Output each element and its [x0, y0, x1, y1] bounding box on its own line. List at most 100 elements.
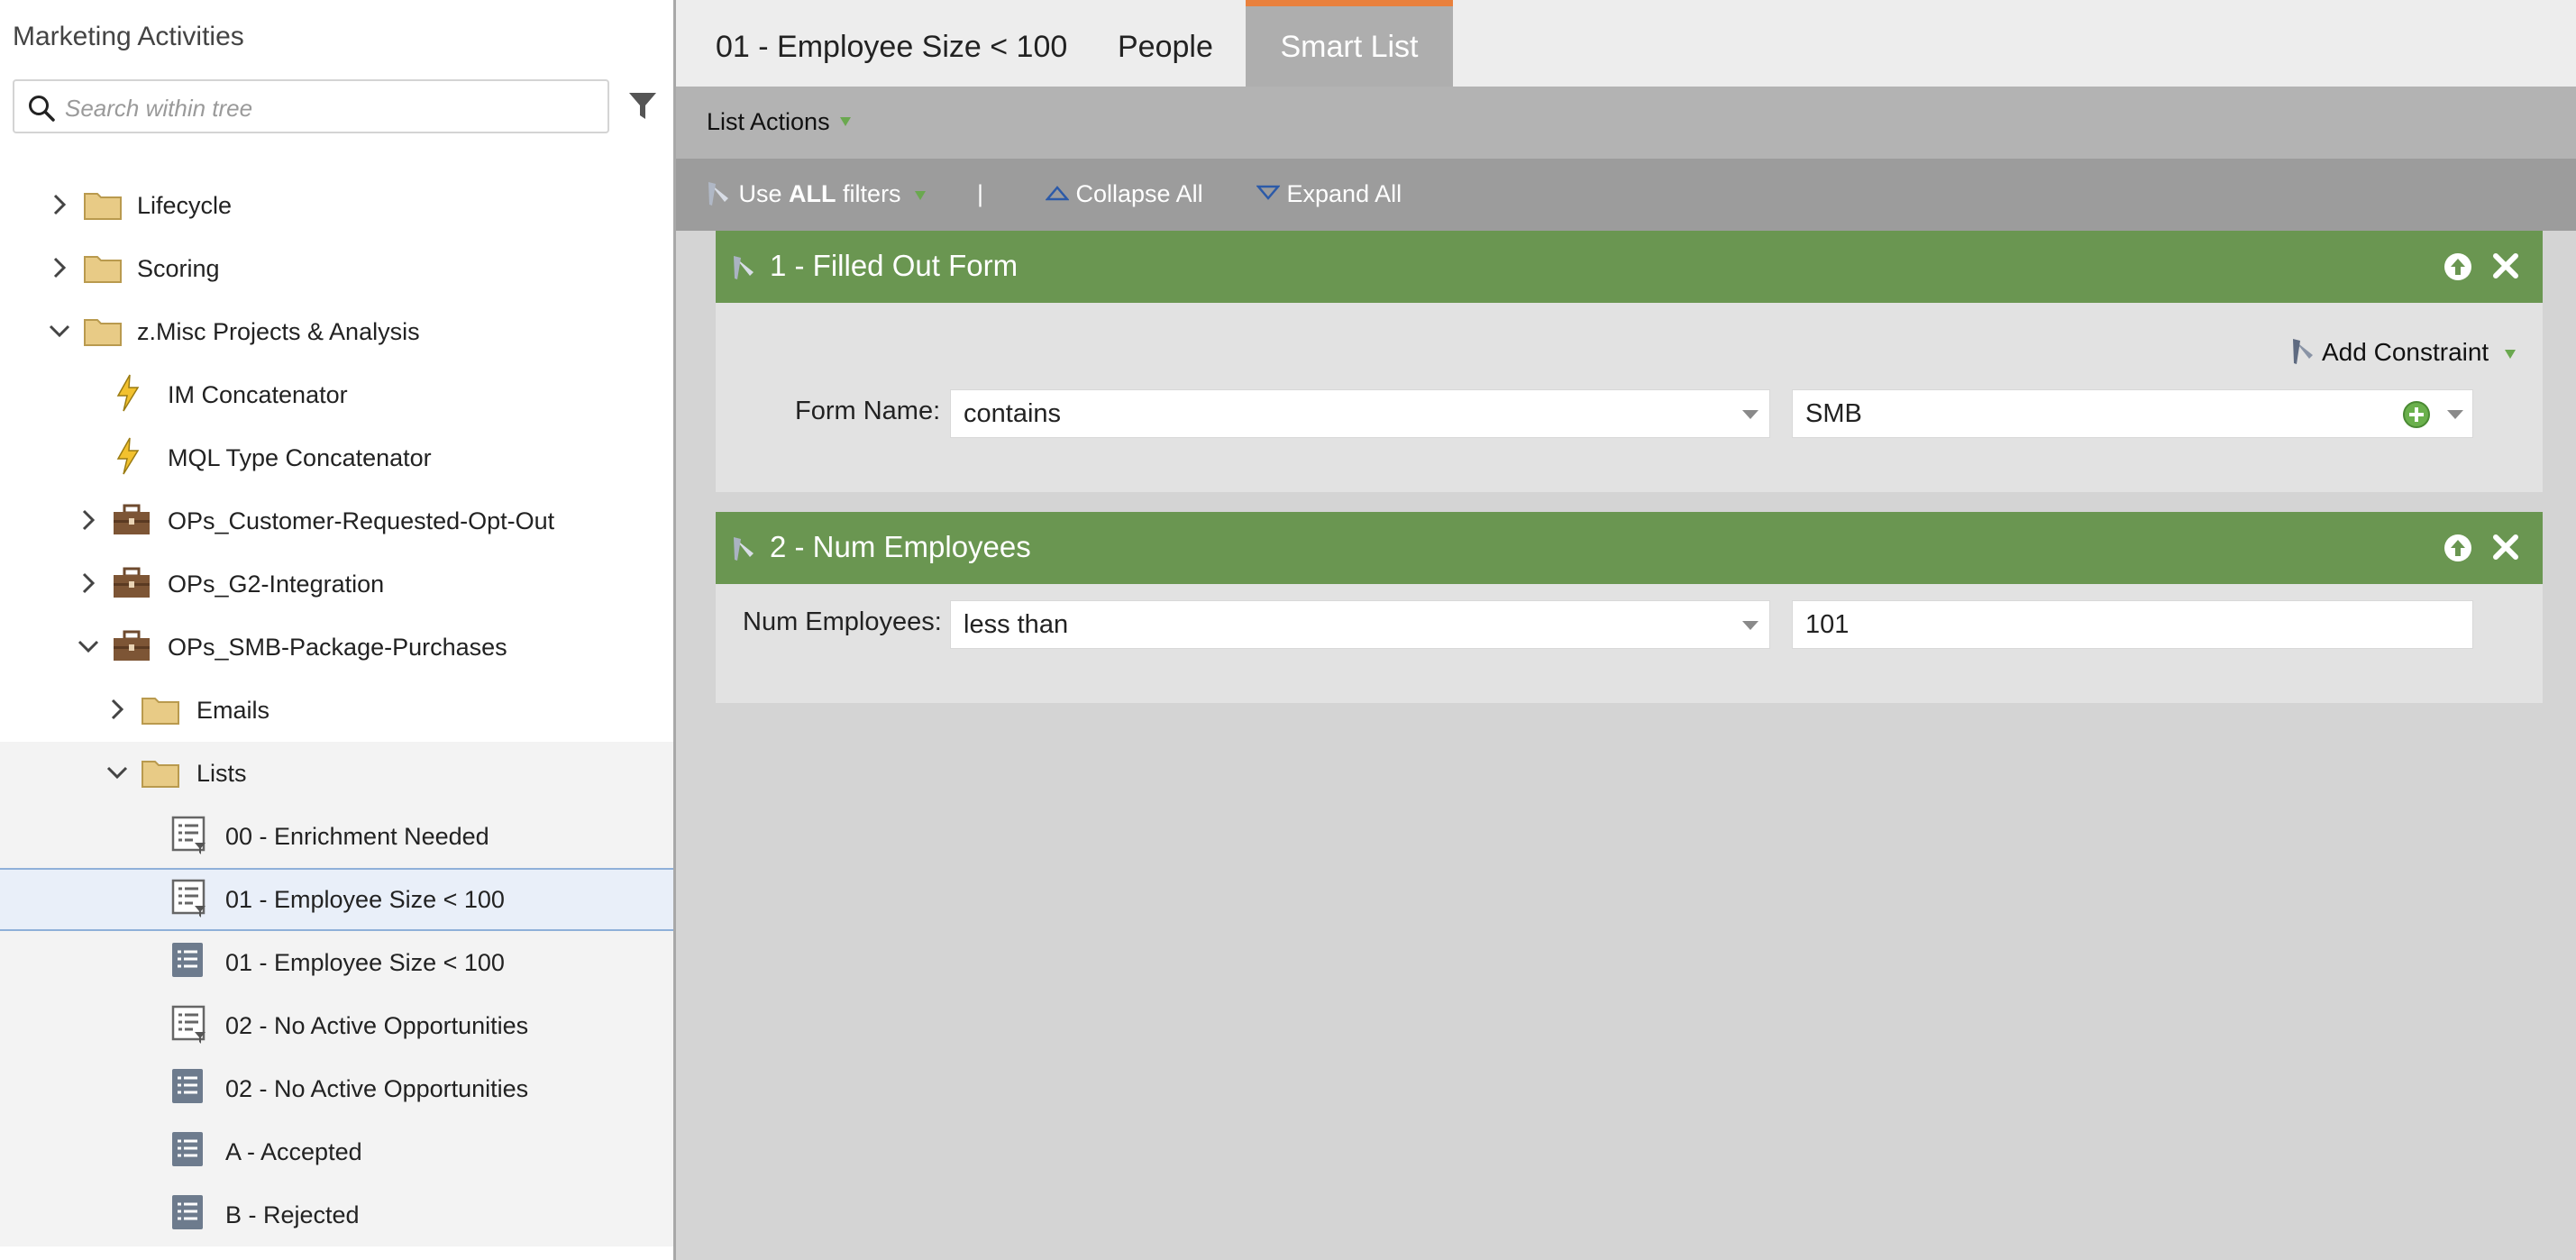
tab-people[interactable]: People	[1118, 0, 1213, 87]
tree-item-smart-list[interactable]: 00 - Enrichment Needed	[0, 805, 673, 868]
lightning-icon	[116, 374, 140, 412]
filter-header[interactable]: 1 - Filled Out Form	[716, 231, 2543, 303]
wrench-icon	[708, 182, 728, 205]
briefcase-icon	[114, 630, 150, 661]
static-list-icon	[172, 1195, 203, 1229]
filter-title: 1 - Filled Out Form	[770, 249, 1019, 282]
search-input[interactable]	[63, 90, 598, 126]
marketing-activities-panel: Marketing Activities Lifecycle Scoring z…	[0, 0, 676, 1260]
filter-header[interactable]: 2 - Num Employees	[716, 512, 2543, 584]
chevron-down-icon[interactable]	[2447, 410, 2463, 419]
tab-smart-list[interactable]: Smart List	[1246, 0, 1453, 87]
filters-label: filters	[843, 180, 901, 207]
search-icon	[29, 96, 55, 122]
filters-toolbar: Use ALL filters | Collapse All Expand Al…	[676, 159, 2576, 231]
collapse-all-button[interactable]: Collapse All	[1045, 180, 1203, 208]
wrench-icon	[734, 256, 754, 279]
close-icon[interactable]	[2490, 532, 2521, 562]
folder-icon	[84, 319, 122, 346]
tab-bar: 01 - Employee Size < 100 People Smart Li…	[676, 0, 2576, 87]
num-employees-value: 101	[1805, 610, 1850, 639]
num-employees-operator-select[interactable]: less than	[950, 600, 1770, 649]
operator-value: contains	[964, 399, 1062, 428]
chevron-right-icon[interactable]	[79, 571, 97, 596]
tree-item-lists[interactable]: Lists	[0, 742, 673, 805]
tree-item-mql-type-concatenator[interactable]: MQL Type Concatenator	[0, 426, 673, 489]
static-list-icon	[172, 1069, 203, 1103]
chevron-down-icon[interactable]	[47, 318, 72, 343]
tree-item-label: 01 - Employee Size < 100	[225, 949, 505, 976]
wrench-icon	[734, 537, 754, 561]
expand-all-label: Expand All	[1286, 180, 1402, 207]
num-employees-label: Num Employees:	[743, 607, 942, 636]
tree-item-label: Lists	[196, 760, 247, 787]
tree-item-ops-g2-integration[interactable]: OPs_G2-Integration	[0, 552, 673, 616]
tree-item-label: OPs_Customer-Requested-Opt-Out	[168, 507, 555, 534]
tree-item-scoring[interactable]: Scoring	[0, 237, 673, 300]
smart-list-icon	[171, 879, 206, 918]
tree-item-static-list[interactable]: A - Accepted	[0, 1120, 673, 1183]
tree-item-label: MQL Type Concatenator	[168, 444, 432, 471]
static-list-icon	[172, 943, 203, 977]
tree-item-label: 00 - Enrichment Needed	[225, 823, 489, 850]
main-panel: 01 - Employee Size < 100 People Smart Li…	[676, 0, 2576, 1260]
use-all-filters-menu[interactable]: Use ALL filters	[707, 180, 927, 208]
tree-item-label: OPs_SMB-Package-Purchases	[168, 634, 507, 661]
tree-item-ops-customer-requested-opt-out[interactable]: OPs_Customer-Requested-Opt-Out	[0, 489, 673, 552]
tree-item-static-list[interactable]: 01 - Employee Size < 100	[0, 931, 673, 994]
num-employees-value-field[interactable]: 101	[1792, 600, 2473, 649]
chevron-down-icon	[1742, 410, 1758, 419]
tab-list-name[interactable]: 01 - Employee Size < 100	[716, 0, 1067, 87]
tree-item-label: Emails	[196, 697, 270, 724]
form-name-value-field[interactable]: SMB	[1792, 389, 2473, 438]
use-label: Use	[738, 180, 782, 207]
tree-item-static-list[interactable]: 02 - No Active Opportunities	[0, 1057, 673, 1120]
collapse-all-label: Collapse All	[1075, 180, 1203, 207]
panel-title: Marketing Activities	[13, 22, 244, 51]
tree-item-label: 02 - No Active Opportunities	[225, 1012, 529, 1039]
static-list-icon	[172, 1132, 203, 1166]
move-up-icon[interactable]	[2444, 534, 2472, 562]
tree-item-label: z.Misc Projects & Analysis	[137, 318, 420, 345]
tree-item-label: Scoring	[137, 255, 220, 282]
tree-item-label: 02 - No Active Opportunities	[225, 1075, 529, 1102]
chevron-right-icon[interactable]	[50, 192, 69, 217]
tree-item-emails[interactable]: Emails	[0, 679, 673, 742]
search-box[interactable]	[13, 79, 609, 133]
tree-item-im-concatenator[interactable]: IM Concatenator	[0, 363, 673, 426]
tree-item-label: A - Accepted	[225, 1138, 362, 1165]
add-constraint-button[interactable]: Add Constraint	[2291, 337, 2517, 367]
tree-item-label: B - Rejected	[225, 1201, 360, 1228]
folder-icon	[84, 256, 122, 283]
briefcase-icon	[114, 567, 150, 598]
chevron-right-icon[interactable]	[108, 697, 126, 722]
close-icon[interactable]	[2490, 251, 2521, 281]
tree-item-ops-smb-package-purchases[interactable]: OPs_SMB-Package-Purchases	[0, 616, 673, 679]
add-value-icon[interactable]	[2402, 400, 2431, 429]
form-name-label: Form Name:	[795, 397, 941, 425]
briefcase-icon	[114, 504, 150, 534]
list-actions-bar: List Actions	[676, 87, 2576, 159]
folder-icon	[84, 193, 122, 220]
list-actions-label: List Actions	[707, 108, 830, 135]
expand-triangle-icon	[1256, 185, 1281, 200]
dropdown-arrow-icon	[840, 117, 852, 126]
chevron-right-icon[interactable]	[50, 255, 69, 280]
collapse-triangle-icon	[1045, 186, 1070, 201]
chevron-down-icon[interactable]	[76, 634, 101, 659]
filter-icon[interactable]	[627, 90, 658, 123]
tree-item-static-list[interactable]: B - Rejected	[0, 1183, 673, 1246]
list-actions-menu[interactable]: List Actions	[707, 108, 853, 136]
tree-item-smart-list[interactable]: 02 - No Active Opportunities	[0, 994, 673, 1057]
tree-item-zmisc[interactable]: z.Misc Projects & Analysis	[0, 300, 673, 363]
chevron-right-icon[interactable]	[79, 507, 97, 533]
tree-item-smart-list-selected[interactable]: 01 - Employee Size < 100	[0, 868, 673, 931]
expand-all-button[interactable]: Expand All	[1256, 180, 1402, 208]
smart-list-icon	[171, 1005, 206, 1044]
tree-item-lifecycle[interactable]: Lifecycle	[0, 174, 673, 237]
form-name-operator-select[interactable]: contains	[950, 389, 1770, 438]
operator-value: less than	[964, 610, 1069, 639]
toolbar-separator: |	[977, 180, 984, 207]
chevron-down-icon[interactable]	[105, 760, 130, 785]
move-up-icon[interactable]	[2444, 252, 2472, 281]
